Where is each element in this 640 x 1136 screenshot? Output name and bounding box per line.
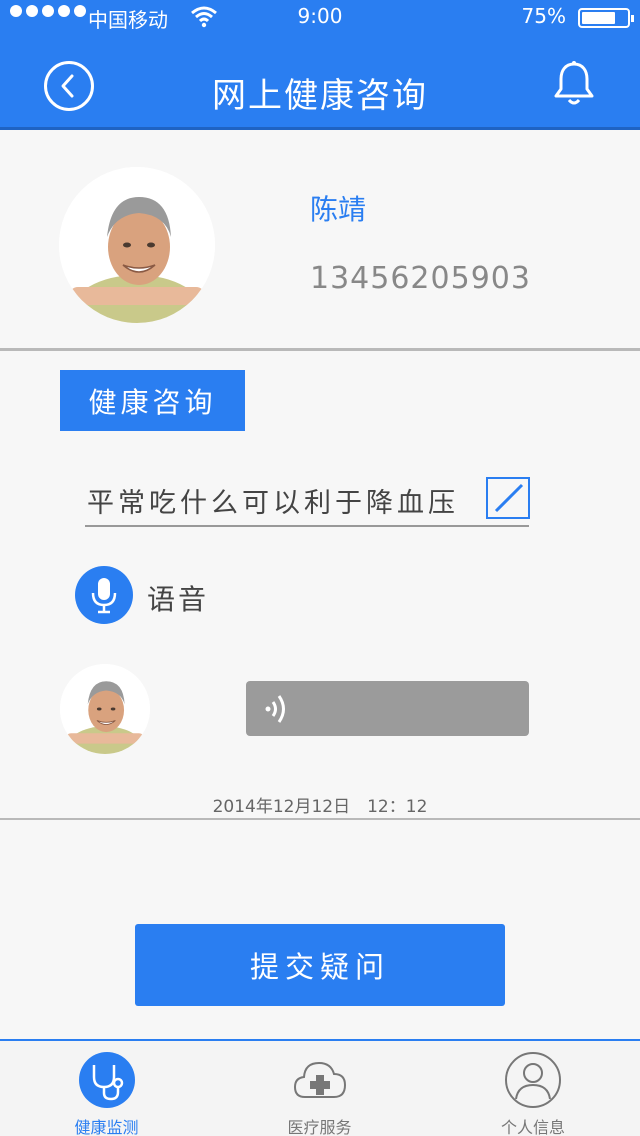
avatar[interactable] [59, 167, 215, 323]
bell-icon [554, 61, 594, 105]
question-text: 平常吃什么可以利于降血压 [87, 488, 459, 519]
section-tag-health-consult: 健康咨询 [60, 370, 245, 431]
tab-label: 医疗服务 [287, 1118, 352, 1136]
voice-label: 语音 [147, 583, 210, 616]
user-photo [59, 167, 215, 323]
tab-personal-info[interactable]: 个人信息 [426, 1041, 640, 1136]
battery-percent: 75% [521, 4, 566, 28]
person-icon [505, 1052, 561, 1108]
user-phone: 13456205903 [310, 261, 531, 296]
question-input[interactable]: 平常吃什么可以利于降血压 [85, 467, 529, 527]
stethoscope-icon [78, 1052, 135, 1108]
notification-button[interactable] [548, 58, 600, 110]
user-profile: 陈靖 13456205903 [0, 133, 640, 351]
edit-button[interactable] [486, 477, 530, 519]
header-bar: 中国移动 9:00 75% 网上健康咨询 [0, 0, 640, 130]
tab-medical-service[interactable]: 医疗服务 [213, 1041, 426, 1136]
tab-label: 健康监测 [74, 1118, 139, 1136]
submit-question-button[interactable]: 提交疑问 [135, 924, 505, 1006]
status-bar: 中国移动 9:00 75% [0, 0, 640, 34]
sound-wave-icon [265, 695, 285, 723]
voice-input-button[interactable] [75, 566, 133, 624]
cloud-plus-icon [293, 1061, 346, 1098]
tab-label: 个人信息 [500, 1118, 565, 1136]
microphone-icon [91, 578, 117, 614]
page-title: 网上健康咨询 [212, 76, 428, 116]
divider [0, 818, 640, 820]
battery-icon [578, 8, 634, 28]
tab-bar: 健康监测 医疗服务 个人信息 [0, 1039, 640, 1136]
message-avatar [60, 664, 150, 754]
user-name: 陈靖 [310, 193, 367, 226]
user-photo-small [60, 664, 150, 754]
message-timestamp: 2014年12月12日 12：12 [212, 797, 428, 817]
edit-icon [494, 483, 524, 513]
tab-health-monitor[interactable]: 健康监测 [0, 1041, 213, 1136]
voice-message-bubble[interactable] [246, 681, 529, 736]
